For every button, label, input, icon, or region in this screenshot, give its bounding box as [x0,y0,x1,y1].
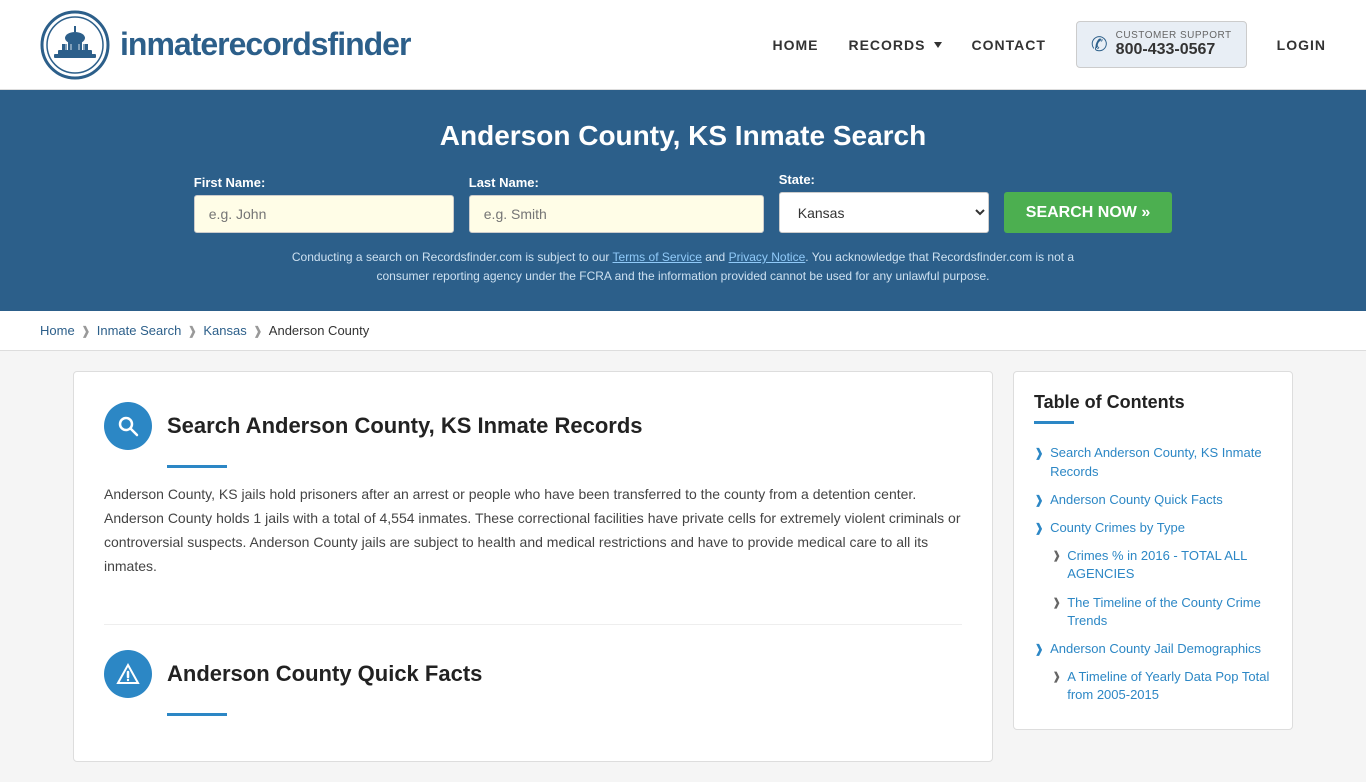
toc-chevron-5: ❱ [1052,596,1061,609]
phone-icon: ✆ [1091,32,1108,57]
toc-link-4[interactable]: Crimes % in 2016 - TOTAL ALL AGENCIES [1067,547,1272,583]
toc-link-7[interactable]: A Timeline of Yearly Data Pop Total from… [1067,668,1272,704]
sidebar: Table of Contents ❱ Search Anderson Coun… [1013,371,1293,761]
toc-box: Table of Contents ❱ Search Anderson Coun… [1013,371,1293,730]
first-name-label: First Name: [194,175,266,190]
toc-chevron-3: ❱ [1034,521,1044,535]
toc-link-3[interactable]: County Crimes by Type [1050,519,1185,537]
support-number: 800-433-0567 [1116,41,1232,59]
breadcrumb-sep-1: ❱ [81,324,91,338]
first-name-input[interactable] [194,195,454,233]
quick-facts-section: Anderson County Quick Facts [104,625,962,716]
toc-item-5[interactable]: ❱ The Timeline of the County Crime Trend… [1034,589,1272,635]
search-section: Search Anderson County, KS Inmate Record… [104,402,962,624]
toc-chevron-2: ❱ [1034,493,1044,507]
toc-link-6[interactable]: Anderson County Jail Demographics [1050,640,1261,658]
search-section-divider [167,465,227,468]
toc-link-2[interactable]: Anderson County Quick Facts [1050,491,1223,509]
breadcrumb-home[interactable]: Home [40,323,75,338]
toc-link-5[interactable]: The Timeline of the County Crime Trends [1067,594,1272,630]
toc-chevron-7: ❱ [1052,670,1061,683]
banner-title: Anderson County, KS Inmate Search [40,120,1326,152]
state-select[interactable]: Kansas [779,192,989,233]
toc-title: Table of Contents [1034,392,1272,413]
search-section-title: Search Anderson County, KS Inmate Record… [167,413,643,439]
search-section-body: Anderson County, KS jails hold prisoners… [104,483,962,578]
toc-divider [1034,421,1074,424]
toc-item-7[interactable]: ❱ A Timeline of Yearly Data Pop Total fr… [1034,663,1272,709]
breadcrumb-sep-2: ❱ [187,324,197,338]
quick-facts-divider [167,713,227,716]
nav-records[interactable]: RECORDS [848,37,941,53]
site-header: inmaterecordsfinder HOME RECORDS CONTACT… [0,0,1366,90]
search-section-icon [104,402,152,450]
support-info: CUSTOMER SUPPORT 800-433-0567 [1116,30,1232,59]
last-name-label: Last Name: [469,175,539,190]
support-label: CUSTOMER SUPPORT [1116,30,1232,41]
breadcrumb-county: Anderson County [269,323,369,338]
last-name-group: Last Name: [469,175,764,233]
search-button[interactable]: SEARCH NOW » [1004,192,1172,233]
toc-item-2[interactable]: ❱ Anderson County Quick Facts [1034,486,1272,514]
toc-item-1[interactable]: ❱ Search Anderson County, KS Inmate Reco… [1034,439,1272,485]
records-chevron-icon [934,42,942,48]
nav-login[interactable]: LOGIN [1277,37,1326,53]
toc-item-4[interactable]: ❱ Crimes % in 2016 - TOTAL ALL AGENCIES [1034,542,1272,588]
main-container: Search Anderson County, KS Inmate Record… [43,371,1323,761]
breadcrumb-sep-3: ❱ [253,324,263,338]
state-group: State: Kansas [779,172,989,233]
breadcrumb-state[interactable]: Kansas [203,323,246,338]
state-label: State: [779,172,815,187]
toc-chevron-1: ❱ [1034,446,1044,460]
breadcrumb: Home ❱ Inmate Search ❱ Kansas ❱ Anderson… [0,311,1366,351]
last-name-input[interactable] [469,195,764,233]
logo-text: inmaterecordsfinder [120,26,410,63]
toc-chevron-6: ❱ [1034,642,1044,656]
support-box[interactable]: ✆ CUSTOMER SUPPORT 800-433-0567 [1076,21,1247,68]
content-area: Search Anderson County, KS Inmate Record… [73,371,993,761]
disclaimer-text: Conducting a search on Recordsfinder.com… [283,248,1083,286]
search-form: First Name: Last Name: State: Kansas SEA… [40,172,1326,233]
search-section-header: Search Anderson County, KS Inmate Record… [104,402,962,450]
main-nav: HOME RECORDS CONTACT ✆ CUSTOMER SUPPORT … [772,21,1326,68]
nav-contact[interactable]: CONTACT [972,37,1046,53]
toc-chevron-4: ❱ [1052,549,1061,562]
toc-item-3[interactable]: ❱ County Crimes by Type [1034,514,1272,542]
magnifier-icon [116,414,140,438]
nav-home[interactable]: HOME [772,37,818,53]
logo-icon [40,10,110,80]
toc-item-6[interactable]: ❱ Anderson County Jail Demographics [1034,635,1272,663]
first-name-group: First Name: [194,175,454,233]
logo-area: inmaterecordsfinder [40,10,410,80]
search-banner: Anderson County, KS Inmate Search First … [0,90,1366,311]
tos-link[interactable]: Terms of Service [613,250,702,264]
toc-link-1[interactable]: Search Anderson County, KS Inmate Record… [1050,444,1272,480]
alert-icon [116,662,140,686]
breadcrumb-inmate-search[interactable]: Inmate Search [97,323,182,338]
quick-facts-icon [104,650,152,698]
privacy-link[interactable]: Privacy Notice [729,250,806,264]
quick-facts-header: Anderson County Quick Facts [104,650,962,698]
quick-facts-title: Anderson County Quick Facts [167,661,482,687]
